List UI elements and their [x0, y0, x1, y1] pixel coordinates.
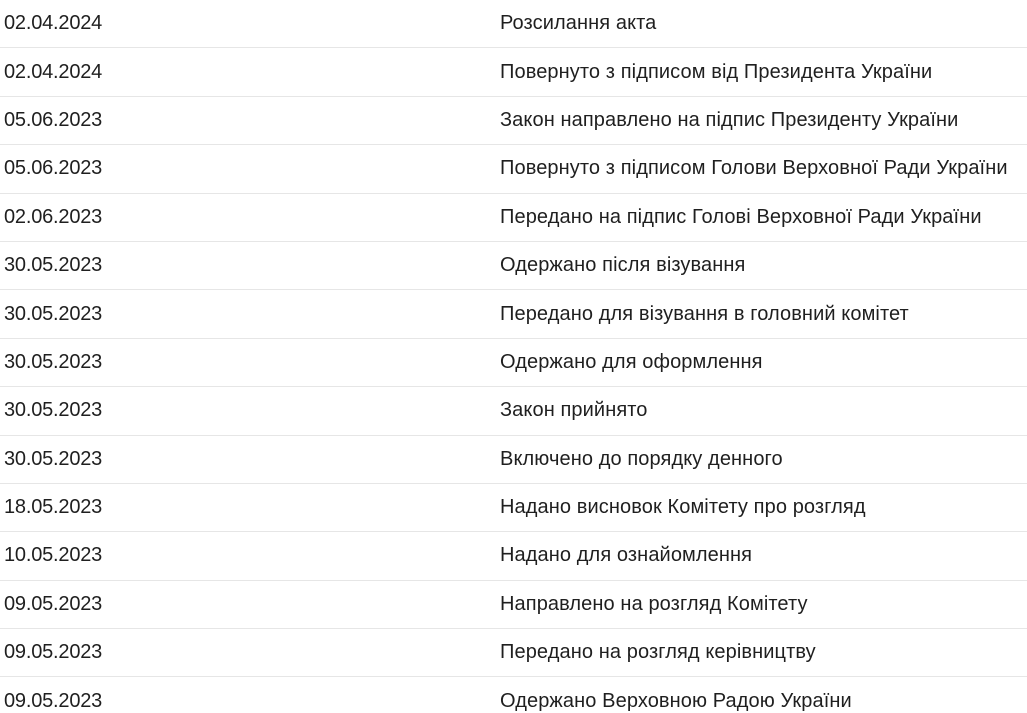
row-event: Закон направлено на підпис Президенту Ук… [500, 108, 959, 131]
row-event: Повернуто з підписом Голови Верховної Ра… [500, 157, 1008, 180]
bill-history-table: 02.04.2024 Розсилання акта 02.04.2024 По… [0, 0, 1027, 713]
row-event: Передано для візування в головний коміте… [500, 302, 909, 325]
table-row: 05.06.2023 Закон направлено на підпис Пр… [0, 97, 1027, 146]
row-date: 30.05.2023 [4, 447, 103, 470]
row-event: Направлено на розгляд Комітету [500, 592, 808, 615]
row-date: 09.05.2023 [4, 641, 103, 664]
row-event: Надано висновок Комітету про розгляд [500, 496, 866, 519]
row-date: 05.06.2023 [4, 108, 103, 131]
row-event: Закон прийнято [500, 399, 648, 422]
row-date: 02.04.2024 [4, 60, 103, 83]
row-event: Передано на підпис Голові Верховної Ради… [500, 205, 982, 228]
table-row: 09.05.2023 Передано на розгляд керівницт… [0, 629, 1027, 678]
table-row: 09.05.2023 Одержано Верховною Радою Укра… [0, 677, 1027, 713]
table-row: 02.04.2024 Повернуто з підписом від През… [0, 48, 1027, 97]
table-row: 05.06.2023 Повернуто з підписом Голови В… [0, 145, 1027, 194]
table-row: 09.05.2023 Направлено на розгляд Комітет… [0, 581, 1027, 630]
row-event: Повернуто з підписом від Президента Укра… [500, 60, 933, 83]
row-event: Включено до порядку денного [500, 447, 783, 470]
row-event: Розсилання акта [500, 12, 657, 35]
row-event: Одержано для оформлення [500, 350, 763, 373]
table-row: 30.05.2023 Одержано для оформлення [0, 339, 1027, 388]
row-event: Одержано після візування [500, 254, 746, 277]
table-row: 02.04.2024 Розсилання акта [0, 0, 1027, 49]
row-date: 02.06.2023 [4, 205, 103, 228]
table-row: 30.05.2023 Одержано після візування [0, 242, 1027, 291]
table-row: 18.05.2023 Надано висновок Комітету про … [0, 484, 1027, 533]
table-row: 30.05.2023 Закон прийнято [0, 387, 1027, 436]
row-event: Надано для ознайомлення [500, 544, 753, 567]
row-date: 02.04.2024 [4, 12, 103, 35]
row-date: 30.05.2023 [4, 302, 103, 325]
row-date: 09.05.2023 [4, 690, 103, 713]
table-row: 10.05.2023 Надано для ознайомлення [0, 532, 1027, 581]
row-date: 05.06.2023 [4, 157, 103, 180]
row-date: 10.05.2023 [4, 544, 103, 567]
table-row: 30.05.2023 Включено до порядку денного [0, 436, 1027, 484]
row-date: 30.05.2023 [4, 254, 103, 277]
row-event: Передано на розгляд керівництву [500, 641, 816, 664]
row-date: 30.05.2023 [4, 350, 103, 373]
table-row: 30.05.2023 Передано для візування в голо… [0, 290, 1027, 339]
table-row: 02.06.2023 Передано на підпис Голові Вер… [0, 194, 1027, 242]
row-date: 30.05.2023 [4, 399, 103, 422]
row-event: Одержано Верховною Радою України [500, 690, 852, 713]
row-date: 18.05.2023 [4, 496, 103, 519]
row-date: 09.05.2023 [4, 592, 103, 615]
